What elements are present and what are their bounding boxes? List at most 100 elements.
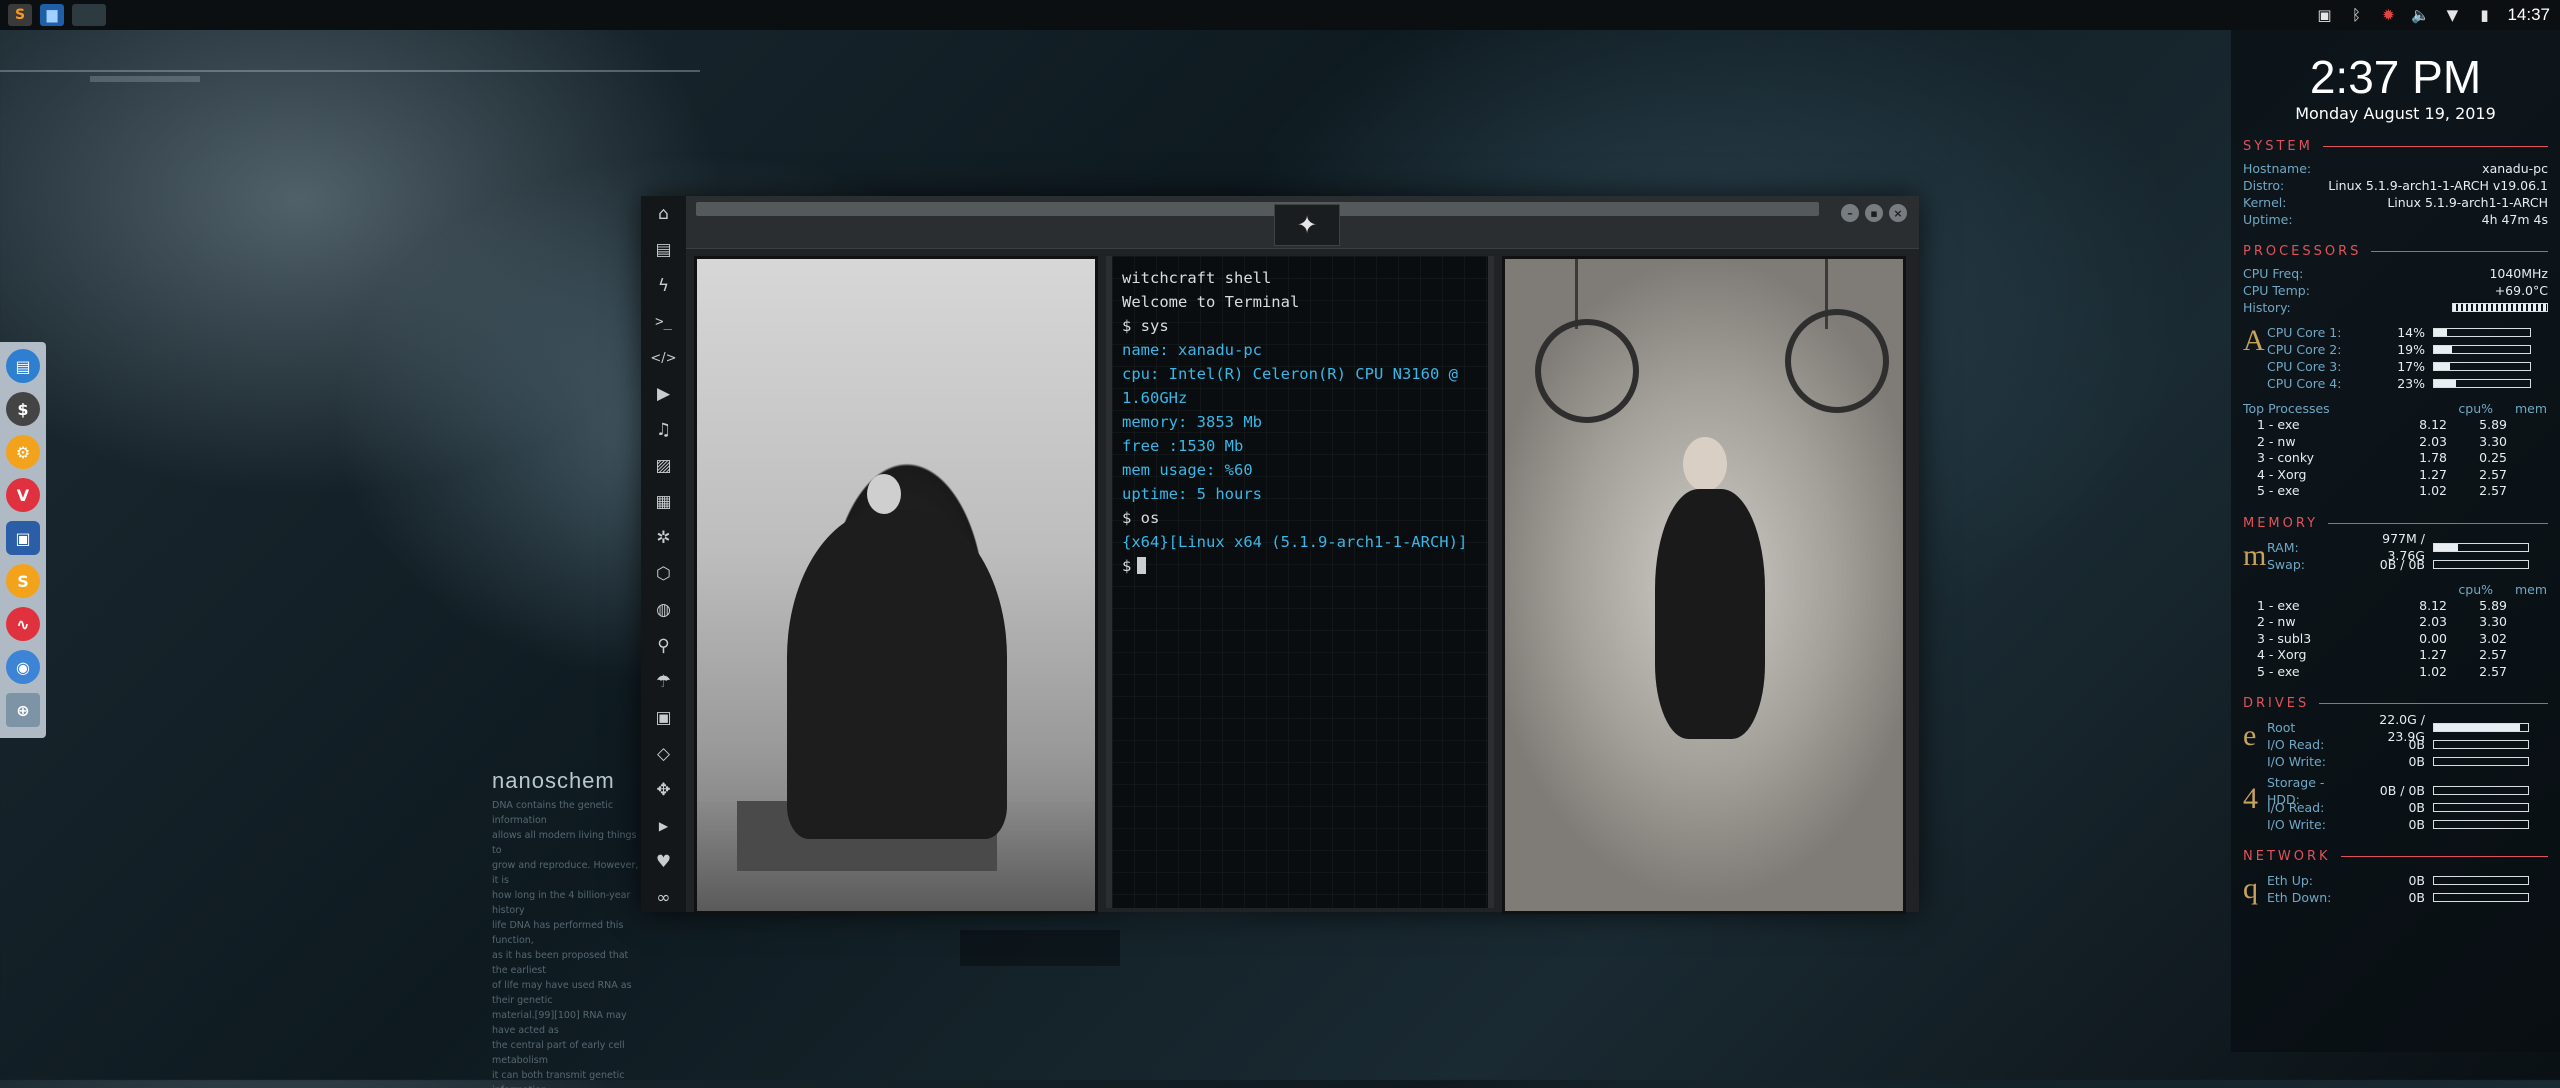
row-value: 23% (2397, 376, 2425, 391)
photo-gymnast-rings (1502, 256, 1906, 914)
volume-icon[interactable]: 🔈 (2411, 6, 2430, 24)
globe-icon[interactable]: ⊕ (6, 693, 40, 727)
usage-bar (2433, 328, 2531, 337)
process-mem: 3.30 (2479, 614, 2507, 629)
terminal-output: witchcraft shell Welcome to Terminal $ sys… (1122, 266, 1478, 554)
tray-clock[interactable]: 14:37 (2507, 5, 2550, 25)
code-tags-icon[interactable]: ◇ (641, 736, 686, 772)
usage-bar (2433, 820, 2529, 829)
aperture-icon[interactable]: ✲ (641, 520, 686, 556)
settings-icon[interactable]: ⚙ (6, 435, 40, 469)
top-memory-header (2243, 581, 2433, 598)
process-mem: 2.57 (2479, 466, 2507, 482)
process-mem: 3.02 (2479, 630, 2507, 646)
expand-icon[interactable]: ✥ (641, 772, 686, 808)
usage-bar-fill (2434, 329, 2448, 336)
process-mem: 5.89 (2479, 597, 2507, 613)
image-icon[interactable]: ▨ (641, 448, 686, 484)
row-value: xanadu-pc (2482, 161, 2548, 176)
memory-section: MEMORY m RAM: 977M / 3.76G Swap: 0B / 0B cp… (2243, 516, 2548, 681)
search-icon[interactable]: ⚲ (641, 628, 686, 664)
contact-icon[interactable]: ▣ (641, 700, 686, 736)
system-tray: ▣ ᛒ ✹ 🔈 ▼ ▮ 14:37 (2315, 0, 2550, 30)
process-cpu: 8.12 (2419, 417, 2447, 432)
hexagon-icon[interactable]: ⬡ (641, 556, 686, 592)
processor-row: CPU Temp: +69.0°C (2243, 282, 2548, 299)
process-name: 2 - nw (2257, 433, 2296, 449)
process-name: 1 - exe (2257, 597, 2300, 613)
process-row: 5 - exe 1.02 2.57 (2243, 483, 2548, 500)
heart-icon[interactable]: ♥ (641, 844, 686, 880)
terminal-prompt-line[interactable]: $ (1122, 554, 1478, 578)
terminal-window[interactable]: ⌂ ▤ ϟ >_ </> ▶ ♫ ▨ ▦ ✲ ⬡ ◍ ⚲ ☂ ▣ ◇ ✥ ▶ ♥… (641, 196, 1919, 914)
section-title: PROCESSORS (2243, 244, 2362, 259)
news-icon[interactable]: ▦ (641, 484, 686, 520)
system-row: Hostname: xanadu-pc (2243, 160, 2548, 177)
row-value: 1040MHz (2489, 266, 2548, 281)
s-app-icon[interactable]: S (6, 564, 40, 598)
terminal-line: witchcraft shell (1122, 269, 1272, 287)
section-title: DRIVES (2243, 696, 2310, 711)
files-icon[interactable]: ▤ (6, 349, 40, 383)
screenshot-icon[interactable]: ▣ (6, 521, 40, 555)
wifi-icon[interactable]: ▼ (2443, 6, 2461, 24)
image-icon[interactable]: ▣ (2315, 6, 2333, 24)
row-label: Uptime: (2243, 212, 2293, 227)
document-icon[interactable]: ▤ (641, 232, 686, 268)
money-icon[interactable]: $ (6, 392, 40, 426)
terminal-prompt: $ (1122, 557, 1132, 575)
maximize-button[interactable]: ▪ (1865, 204, 1883, 222)
infinity-icon[interactable]: ∞ (641, 880, 686, 916)
mem-header: mem (2514, 581, 2547, 597)
row-value: 19% (2397, 342, 2425, 357)
process-mem: 5.89 (2479, 417, 2507, 432)
music-icon[interactable]: ♫ (641, 412, 686, 448)
network-letter: q (2243, 872, 2258, 905)
sublime-text-icon[interactable]: S (8, 4, 32, 26)
process-mem: 0.25 (2479, 450, 2507, 465)
bolt-icon[interactable]: ϟ (641, 268, 686, 304)
bluetooth-icon[interactable]: ᛒ (2347, 6, 2365, 24)
memory-row: RAM: 977M / 3.76G (2267, 531, 2548, 563)
process-name: 1 - exe (2257, 417, 2300, 432)
youtube-icon[interactable]: ▶ (641, 808, 686, 844)
process-cpu: 1.27 (2419, 647, 2447, 662)
row-value: 0B (2408, 800, 2425, 815)
row-label: Swap: (2267, 556, 2305, 572)
window-titlebar[interactable]: ✦ – ▪ × (686, 196, 1919, 249)
file-manager-icon[interactable]: ▆ (40, 4, 64, 26)
chrome-icon[interactable]: ◉ (6, 650, 40, 684)
battery-icon[interactable]: ▮ (2475, 6, 2493, 24)
globe-icon[interactable]: ◍ (641, 592, 686, 628)
vivaldi-icon[interactable]: V (6, 478, 40, 512)
process-mem: 2.57 (2479, 647, 2507, 662)
process-row: 5 - exe 1.02 2.57 (2243, 664, 2548, 681)
row-label: Hostname: (2243, 161, 2312, 176)
minimize-button[interactable]: – (1841, 204, 1859, 222)
window-panes: witchcraft shell Welcome to Terminal $ sys… (694, 256, 1913, 914)
usage-bar-fill (2434, 380, 2457, 387)
process-cpu: 1.02 (2419, 663, 2447, 679)
drive-row: Storage - HDD: 0B / 0B (2267, 775, 2548, 807)
row-label: I/O Write: (2267, 754, 2326, 769)
drive-group: 4 Storage - HDD: 0B / 0B I/O Read: 0B I/O Wri… (2243, 775, 2548, 833)
code-icon[interactable]: </> (641, 340, 686, 376)
terminal-pane[interactable]: witchcraft shell Welcome to Terminal $ sys… (1106, 256, 1494, 908)
conky-panel: 2:37 PM Monday August 19, 2019 SYSTEM Ho… (2231, 30, 2560, 1052)
drive-row: I/O Read: 0B (2267, 736, 2548, 753)
updates-icon[interactable]: ✹ (2379, 6, 2397, 24)
terminal-icon[interactable]: >_ (641, 304, 686, 340)
terminal-line: uptime: 5 hours (1122, 485, 1262, 503)
row-label: I/O Read: (2267, 737, 2325, 752)
section-title: MEMORY (2243, 515, 2319, 531)
row-value: 0B (2408, 873, 2425, 888)
row-label: CPU Core 4: (2267, 376, 2342, 391)
close-button[interactable]: × (1889, 204, 1907, 222)
window-thumbnail[interactable] (72, 4, 106, 26)
home-icon[interactable]: ⌂ (641, 196, 686, 232)
row-value: Linux 5.1.9-arch1-1-ARCH (2387, 195, 2548, 210)
play-icon[interactable]: ▶ (641, 376, 686, 412)
activity-icon[interactable]: ∿ (6, 607, 40, 641)
umbrella-icon[interactable]: ☂ (641, 664, 686, 700)
terminal-line: $ sys (1122, 317, 1169, 335)
